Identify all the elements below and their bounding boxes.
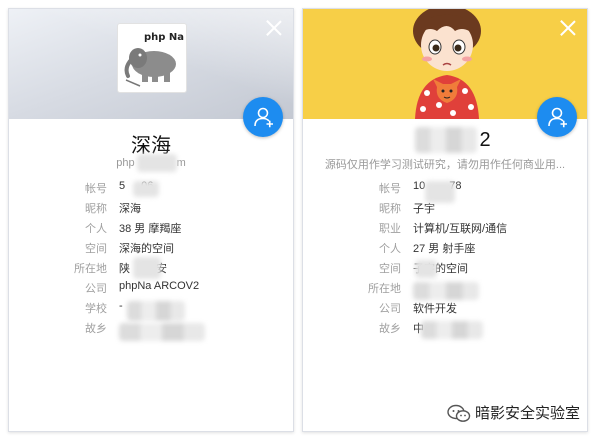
field-row: 空间 子宇的空间 xyxy=(379,263,468,275)
profile-fields: 帐号 10 78 昵称 子宇 职业 计算机/互联网/通信 个人 27 男 射手座 … xyxy=(303,180,587,340)
redacted-block xyxy=(415,127,477,153)
add-friend-icon xyxy=(548,107,567,128)
field-row: 公司 phpNa ARCOV2 xyxy=(85,280,200,295)
redacted-block xyxy=(425,181,455,203)
redacted-block xyxy=(421,321,483,339)
field-row: 昵称 子宇 xyxy=(379,203,435,215)
redacted-block xyxy=(413,282,479,300)
watermark: 暗影安全实验室 xyxy=(447,402,580,424)
redacted-block xyxy=(133,257,161,279)
cartoon-avatar xyxy=(413,9,481,119)
profile-card-right: 2 源码仅用作学习测试研究，请勿用作任何商业用... 帐号 10 78 昵称 子宇… xyxy=(302,8,588,432)
field-row: 公司 软件开发 xyxy=(379,303,457,315)
field-row: 昵称 深海 xyxy=(85,203,141,215)
profile-subtitle: 源码仅用作学习测试研究，请勿用作任何商业用... xyxy=(324,159,566,171)
redacted-block xyxy=(127,301,185,321)
redacted-block xyxy=(133,181,159,197)
wechat-icon xyxy=(447,404,471,422)
redacted-block xyxy=(415,260,437,278)
field-row: 个人 38 男 摩羯座 xyxy=(85,223,182,235)
close-icon[interactable] xyxy=(265,19,283,37)
avatar: php Na xyxy=(117,23,187,93)
close-icon[interactable] xyxy=(559,19,577,37)
logo-text: php Na xyxy=(144,32,185,43)
redacted-block xyxy=(119,323,205,341)
redacted-block xyxy=(137,154,177,172)
add-friend-icon xyxy=(254,107,273,128)
field-row: 个人 27 男 射手座 xyxy=(379,243,476,255)
profile-card-left: php Na 深海 phpm 帐号 506 昵称 深海 个人 38 男 摩羯座 … xyxy=(8,8,294,432)
field-row: 职业 计算机/互联网/通信 xyxy=(379,223,508,235)
